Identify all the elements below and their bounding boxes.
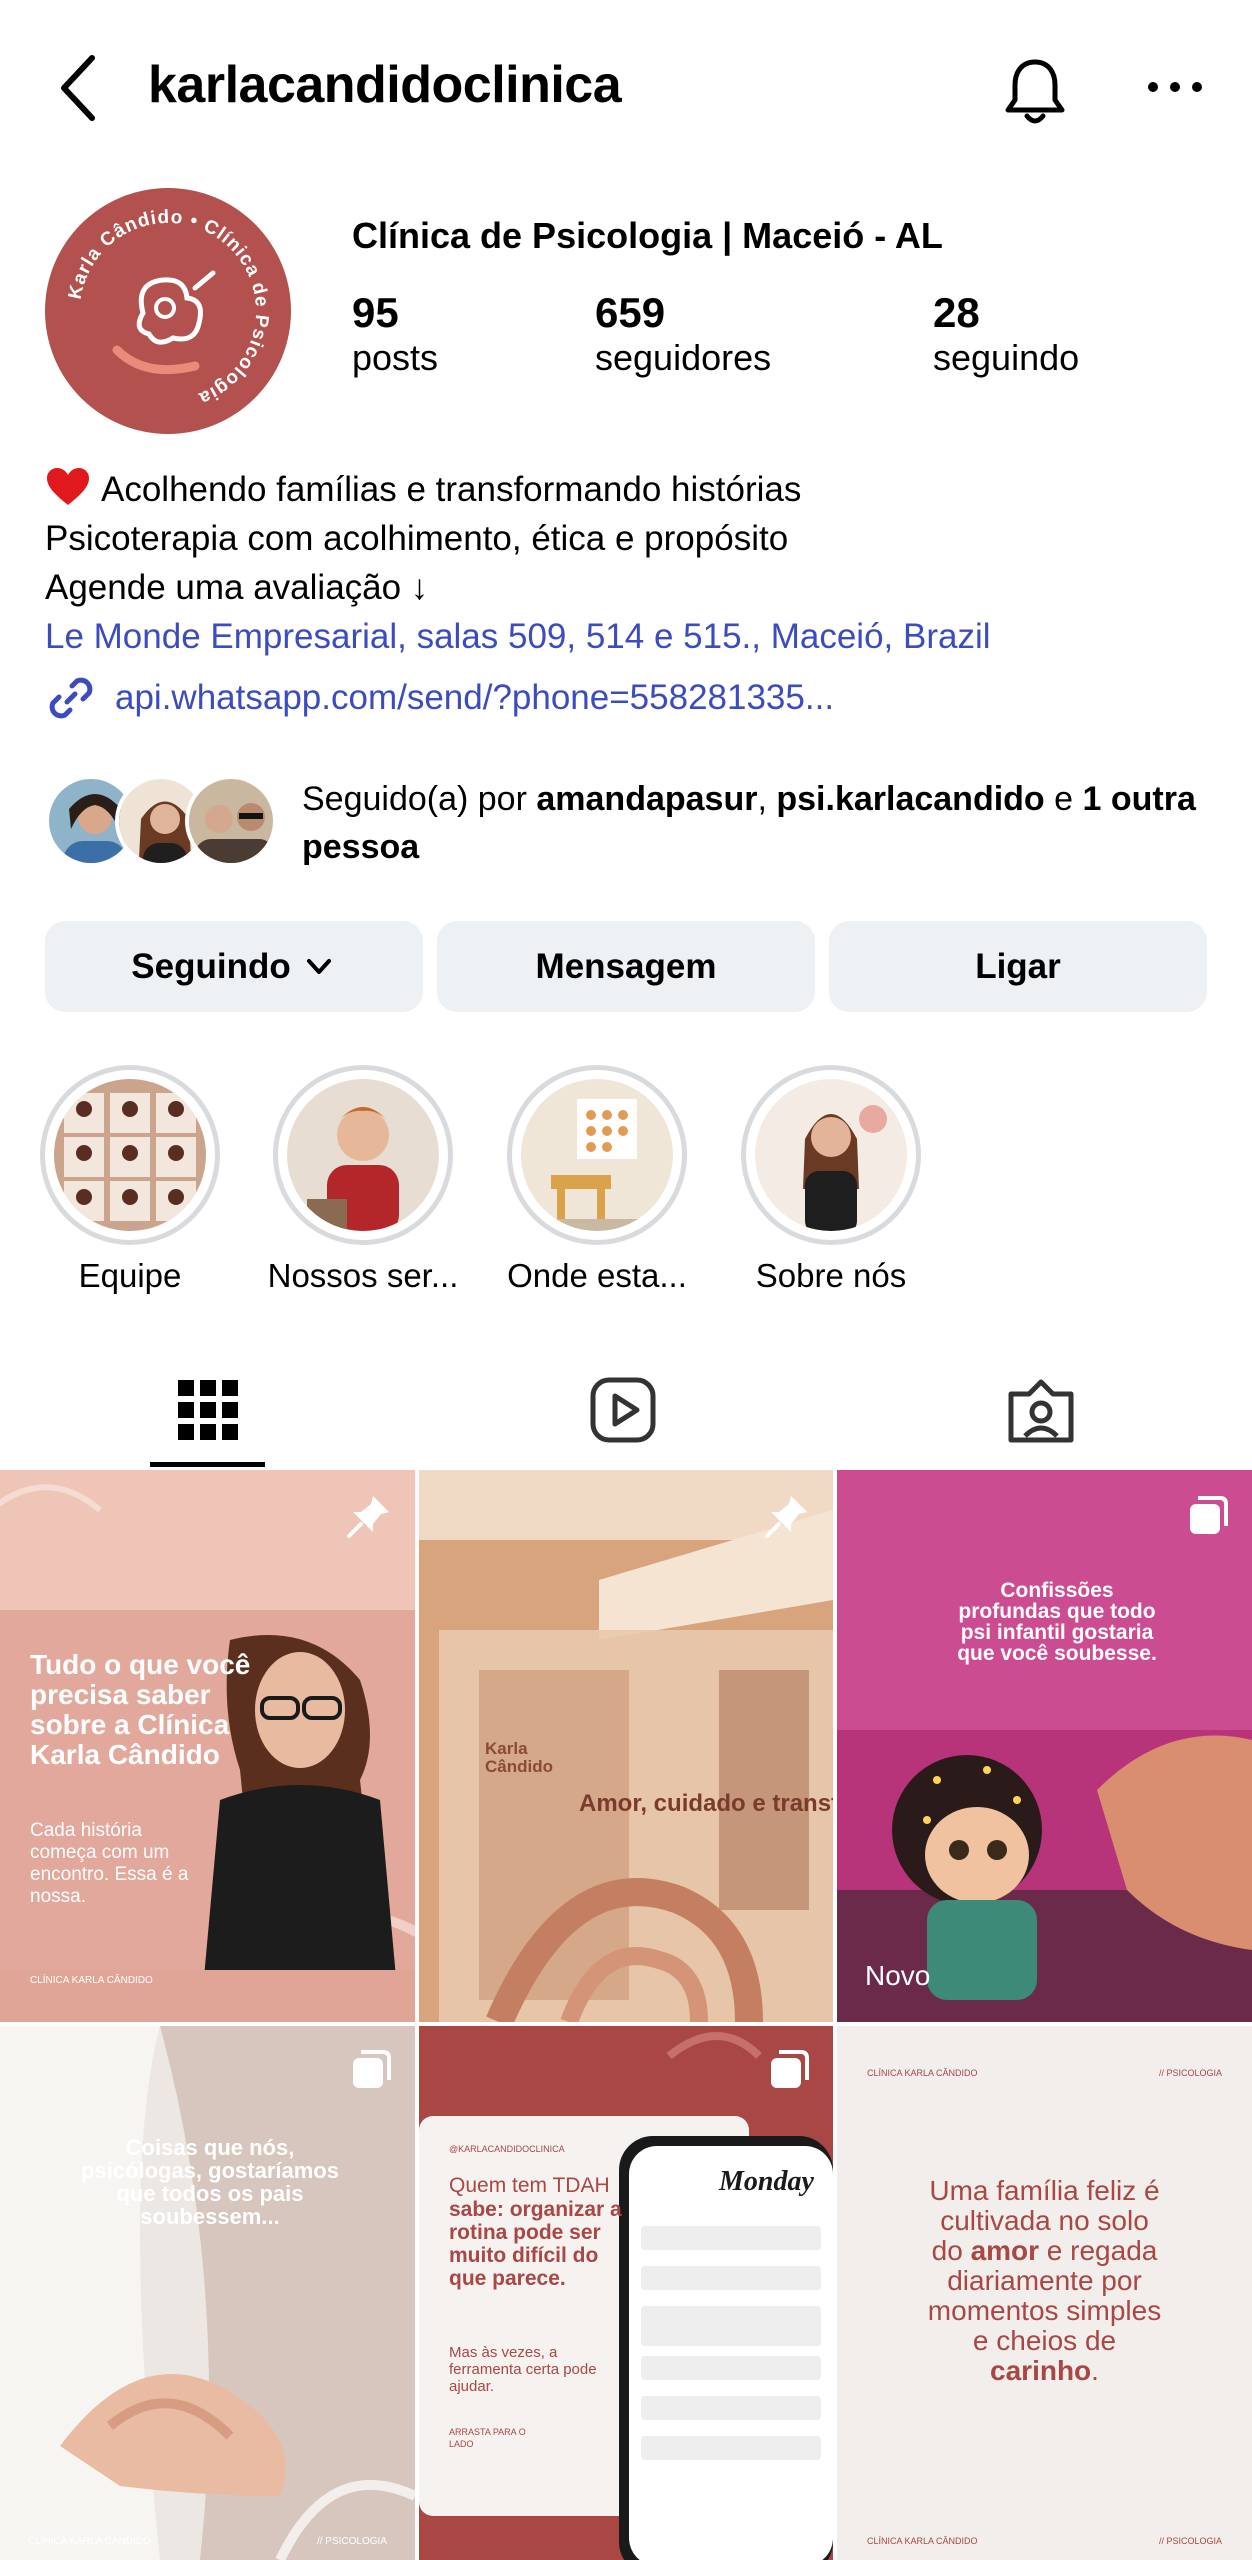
highlight-cover xyxy=(287,1079,439,1231)
more-options-icon[interactable] xyxy=(1135,62,1215,112)
followed-by-text: Seguido(a) por amandapasur, psi.karlacan… xyxy=(302,780,1196,866)
post-tile-6[interactable]: CLÍNICA KARLA CÂNDIDO // PSICOLOGIA Uma … xyxy=(837,2026,1252,2560)
highlight-nossos-servicos[interactable]: Nossos ser... xyxy=(268,1065,458,1294)
office-sign: Karla Cândido xyxy=(485,1739,553,1776)
clinic-logo: Karla Cândido • Clínica de Psicologia xyxy=(65,207,272,409)
highlight-label: Nossos ser... xyxy=(267,1257,459,1294)
post-image xyxy=(419,2026,833,2560)
profile-display-name: Clínica de Psicologia | Maceió - AL xyxy=(352,215,943,256)
followed-by-row[interactable]: Seguido(a) por amandapasur, psi.karlacan… xyxy=(45,775,1215,875)
bio-line-3: Agende uma avaliação ↓ xyxy=(45,568,429,607)
stat-following-value: 28 xyxy=(933,289,980,336)
tagged-icon[interactable] xyxy=(1001,1370,1081,1450)
stat-posts-value: 95 xyxy=(352,289,399,336)
post-title-2: sabe: organizar a rotina pode ser muito … xyxy=(449,2198,622,2290)
post-title-1: Quem tem TDAH xyxy=(449,2174,610,2197)
back-arrow-icon[interactable] xyxy=(50,48,110,128)
call-button[interactable]: Ligar xyxy=(829,921,1207,1012)
stat-posts-label: posts xyxy=(352,337,439,379)
highlight-equipe[interactable]: Equipe xyxy=(40,1065,220,1294)
post-title: Tudo o que você precisa saber sobre a Cl… xyxy=(30,1649,251,1770)
highlight-sobre-nos[interactable]: Sobre nós xyxy=(741,1065,921,1294)
stat-following-label: seguindo xyxy=(933,337,1080,379)
post-handle: @KARLACANDIDOCLINICA xyxy=(449,2144,565,2154)
bio-line-2: Psicoterapia com acolhimento, ética e pr… xyxy=(45,519,789,558)
carousel-icon xyxy=(771,2050,809,2088)
grid-icon[interactable] xyxy=(168,1370,248,1450)
link-icon xyxy=(49,677,93,719)
profile-username: karlacandidoclinica xyxy=(148,56,622,114)
active-tab-indicator xyxy=(150,1462,265,1467)
post-swipe-hint: ARRASTA PARA O LADO xyxy=(449,2427,526,2449)
post-tile-5[interactable]: @KARLACANDIDOCLINICA Quem tem TDAH sabe:… xyxy=(419,2026,833,2560)
website-url: api.whatsapp.com/send/?phone=558281335..… xyxy=(115,678,835,717)
post-subtitle: Cada história começa com um encontro. Es… xyxy=(30,1820,189,1907)
post-footer: CLÍNICA KARLA CÂNDIDO xyxy=(30,1975,153,1986)
following-button[interactable]: Seguindo xyxy=(45,921,423,1012)
profile-tabs xyxy=(0,1340,1252,1470)
post-image xyxy=(837,1470,1252,2022)
post-footer-left: CLÍNICA KARLA CÂNDIDO xyxy=(28,2536,151,2547)
highlight-label: Onde esta... xyxy=(507,1257,687,1294)
office-wall-text: Amor, cuidado e transforma xyxy=(579,1790,833,1817)
highlight-cover xyxy=(755,1079,907,1231)
pin-icon xyxy=(347,1496,389,1538)
post-title: Coisas que nós, psicólogas, gostaríamos … xyxy=(81,2135,339,2229)
post-footer-right: // PSICOLOGIA xyxy=(316,2536,387,2547)
stat-followers-label: seguidores xyxy=(595,337,772,379)
stat-followers[interactable]: 659 seguidores xyxy=(595,289,772,379)
post-body: Mas às vezes, a ferramenta certa pode aj… xyxy=(449,2344,597,2395)
post-footer-right: // PSICOLOGIA xyxy=(1158,2536,1222,2546)
highlight-onde-estamos[interactable]: Onde esta... xyxy=(507,1065,687,1294)
post-quote: Uma família feliz é cultivada no solo do… xyxy=(927,2175,1162,2386)
following-button-label: Seguindo xyxy=(131,946,291,986)
bio-website-link[interactable]: api.whatsapp.com/send/?phone=558281335..… xyxy=(45,672,834,724)
svg-text:Karla Cândido • Clínica de Psi: Karla Cândido • Clínica de Psicologia xyxy=(65,207,272,409)
post-image xyxy=(419,1470,833,2022)
phone-title: Monday xyxy=(719,2166,814,2197)
stat-posts[interactable]: 95 posts xyxy=(352,289,439,379)
post-tile-4[interactable]: Coisas que nós, psicólogas, gostaríamos … xyxy=(0,2026,415,2560)
follower-avatar-3 xyxy=(185,775,277,867)
bell-icon[interactable] xyxy=(995,52,1075,132)
heart-icon xyxy=(47,468,89,505)
pin-icon xyxy=(765,1496,807,1538)
carousel-icon xyxy=(1190,1496,1228,1534)
bio-text-1: Acolhendo famílias e transformando histó… xyxy=(101,470,802,509)
post-header-left: CLÍNICA KARLA CÂNDIDO xyxy=(867,2068,978,2078)
highlight-cover xyxy=(54,1079,206,1231)
carousel-icon xyxy=(353,2050,391,2088)
post-image xyxy=(0,2026,415,2560)
avatar-ring-text: Karla Cândido • Clínica de Psicologia xyxy=(65,207,271,409)
bio-line-1: Acolhendo famílias e transformando histó… xyxy=(45,465,991,514)
post-tile-3[interactable]: Confissões profundas que todo psi infant… xyxy=(837,1470,1252,2022)
profile-bio: Acolhendo famílias e transformando histó… xyxy=(45,465,991,661)
post-tile-2[interactable]: Karla Cândido Amor, cuidado e transforma xyxy=(419,1470,833,2022)
profile-avatar[interactable]: Karla Cândido • Clínica de Psicologia xyxy=(45,188,291,434)
highlight-label: Equipe xyxy=(78,1257,182,1294)
highlight-cover xyxy=(521,1079,673,1231)
message-button[interactable]: Mensagem xyxy=(437,921,815,1012)
highlight-label: Sobre nós xyxy=(755,1257,907,1294)
reels-icon[interactable] xyxy=(583,1370,663,1450)
post-title: Confissões profundas que todo psi infant… xyxy=(957,1579,1157,1665)
bio-location-link[interactable]: Le Monde Empresarial, salas 509, 514 e 5… xyxy=(45,612,991,661)
posts-grid: Tudo o que você precisa saber sobre a Cl… xyxy=(0,1470,1252,2560)
new-post-label: Novo xyxy=(865,1960,931,1991)
stat-followers-value: 659 xyxy=(595,289,666,336)
stat-following[interactable]: 28 seguindo xyxy=(933,289,1080,379)
profile-header: karlacandidoclinica xyxy=(0,0,1252,175)
post-footer-left: CLÍNICA KARLA CÂNDIDO xyxy=(867,2536,978,2546)
post-header-right: // PSICOLOGIA xyxy=(1158,2068,1222,2078)
chevron-down-icon xyxy=(306,958,331,974)
post-tile-1[interactable]: Tudo o que você precisa saber sobre a Cl… xyxy=(0,1470,415,2022)
